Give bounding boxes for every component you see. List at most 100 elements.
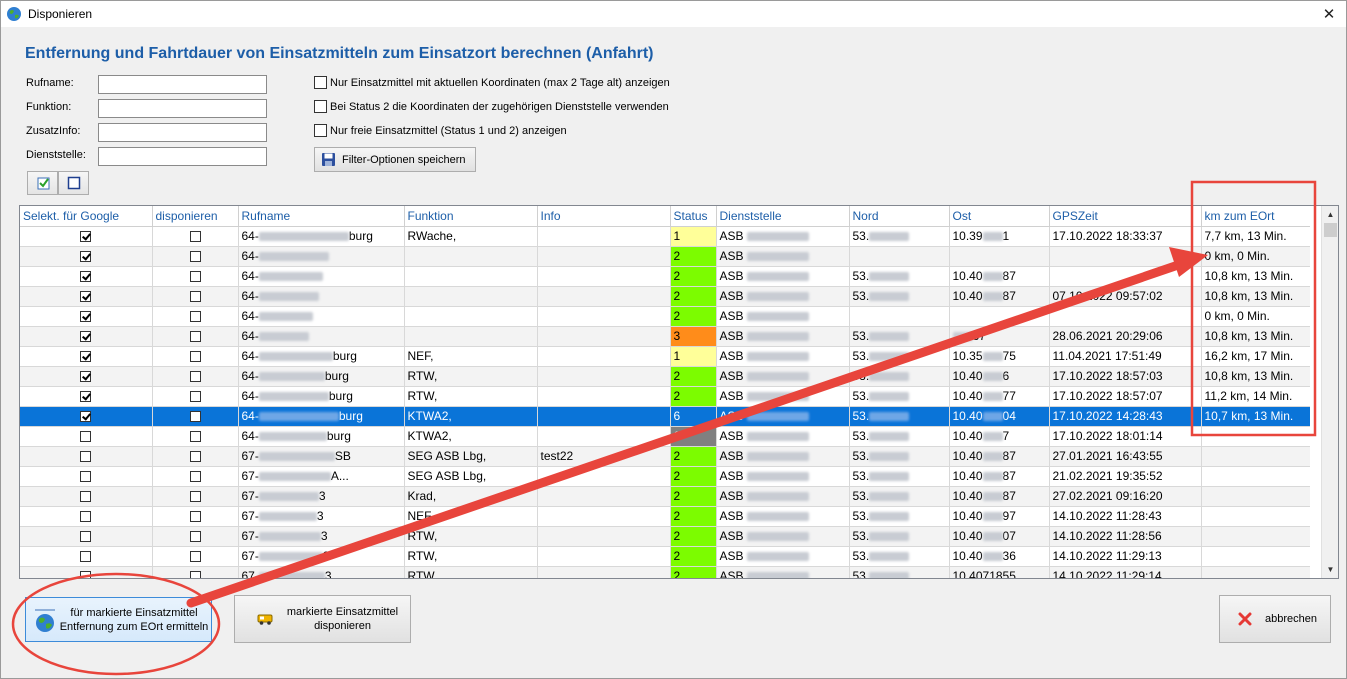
cell-disponieren[interactable] — [152, 466, 239, 487]
cell-disponieren[interactable] — [152, 226, 239, 247]
cell-selekt[interactable] — [20, 486, 153, 507]
select-google-checkbox[interactable] — [80, 391, 92, 403]
save-filter-options-button[interactable]: Filter-Optionen speichern — [314, 147, 476, 172]
col-disponieren[interactable]: disponieren — [152, 206, 239, 227]
dispatch-checkbox[interactable] — [189, 271, 201, 283]
col-selekt-google[interactable]: Selekt. für Google — [20, 206, 153, 227]
cell-disponieren[interactable] — [152, 406, 239, 427]
select-google-checkbox[interactable] — [80, 271, 92, 283]
cell-disponieren[interactable] — [152, 446, 239, 467]
cell-selekt[interactable] — [20, 546, 153, 567]
select-google-checkbox[interactable] — [80, 511, 92, 523]
cancel-button[interactable]: abbrechen — [1219, 595, 1331, 643]
dispatch-checkbox[interactable] — [189, 471, 201, 483]
cell-disponieren[interactable] — [152, 366, 239, 387]
cell-selekt[interactable] — [20, 566, 153, 578]
table-row[interactable]: 64- 2 ASB 53. 10.40 87 10,8 km, 13 Min. — [20, 266, 1310, 287]
select-all-button[interactable] — [27, 171, 58, 195]
cell-selekt[interactable] — [20, 226, 153, 247]
cell-disponieren[interactable] — [152, 346, 239, 367]
cell-selekt[interactable] — [20, 246, 153, 267]
col-nord[interactable]: Nord — [849, 206, 950, 227]
cell-disponieren[interactable] — [152, 486, 239, 507]
cell-selekt[interactable] — [20, 346, 153, 367]
cell-disponieren[interactable] — [152, 266, 239, 287]
cell-selekt[interactable] — [20, 326, 153, 347]
select-google-checkbox[interactable] — [80, 431, 92, 443]
dispatch-checkbox[interactable] — [189, 231, 201, 243]
table-row[interactable]: 64- burg RTW, 2 ASB 53. 10.40 6 17.10.2022 18:5… — [20, 366, 1310, 387]
dispatch-checkbox[interactable] — [189, 431, 201, 443]
option-current-coords[interactable]: Nur Einsatzmittel mit aktuellen Koordina… — [314, 76, 670, 89]
select-google-checkbox[interactable] — [80, 311, 92, 323]
cell-selekt[interactable] — [20, 266, 153, 287]
select-google-checkbox[interactable] — [80, 531, 92, 543]
cell-disponieren[interactable] — [152, 286, 239, 307]
cell-selekt[interactable] — [20, 506, 153, 527]
select-google-checkbox[interactable] — [80, 551, 92, 563]
dispatch-checkbox[interactable] — [189, 391, 201, 403]
col-funktion[interactable]: Funktion — [404, 206, 538, 227]
cell-disponieren[interactable] — [152, 426, 239, 447]
select-google-checkbox[interactable] — [80, 471, 92, 483]
cell-disponieren[interactable] — [152, 546, 239, 567]
dispatch-checkbox[interactable] — [189, 351, 201, 363]
col-status[interactable]: Status — [670, 206, 717, 227]
table-row[interactable]: 67- A... SEG ASB Lbg, 2 ASB 53. 10.40 87 21.02.… — [20, 466, 1310, 487]
col-dienststelle[interactable]: Dienststelle — [716, 206, 850, 227]
select-google-checkbox[interactable] — [80, 231, 92, 243]
dispatch-checkbox[interactable] — [189, 491, 201, 503]
cell-selekt[interactable] — [20, 386, 153, 407]
select-google-checkbox[interactable] — [80, 291, 92, 303]
col-gpszeit[interactable]: GPSZeit — [1049, 206, 1202, 227]
table-row[interactable]: 64- burg RTW, 2 ASB 53. 10.40 77 17.10.2022 18:… — [20, 386, 1310, 407]
dispatch-checkbox[interactable] — [189, 311, 201, 323]
dispatch-button[interactable]: markierte Einsatzmittel disponieren — [234, 595, 411, 643]
table-row[interactable]: 64- 2 ASB 0 km, 0 Min. — [20, 306, 1310, 327]
select-google-checkbox[interactable] — [80, 331, 92, 343]
cell-disponieren[interactable] — [152, 306, 239, 327]
table-row[interactable]: 64- 3 ASB 53. 87 28.06.2021 20:29:06 10,8 km,… — [20, 326, 1310, 347]
cell-disponieren[interactable] — [152, 326, 239, 347]
vertical-scrollbar[interactable]: ▲ ▼ — [1321, 206, 1338, 578]
cell-disponieren[interactable] — [152, 246, 239, 267]
cell-disponieren[interactable] — [152, 566, 239, 578]
table-row[interactable]: 64- 2 ASB 53. 10.40 87 07.10.2022 09:57:02 10,… — [20, 286, 1310, 307]
dispatch-checkbox[interactable] — [189, 291, 201, 303]
cell-selekt[interactable] — [20, 526, 153, 547]
scrollbar-thumb[interactable] — [1324, 223, 1337, 237]
dispatch-checkbox[interactable] — [189, 531, 201, 543]
col-info[interactable]: Info — [537, 206, 671, 227]
col-rufname[interactable]: Rufname — [238, 206, 405, 227]
option-status2-station-coords[interactable]: Bei Status 2 die Koordinaten der zugehör… — [314, 100, 669, 113]
cell-disponieren[interactable] — [152, 506, 239, 527]
dispatch-checkbox[interactable] — [189, 411, 201, 423]
calculate-distance-button[interactable]: für markierte Einsatzmittel Entfernung z… — [25, 597, 212, 642]
option-status2-checkbox[interactable] — [314, 100, 327, 113]
dispatch-checkbox[interactable] — [189, 571, 201, 578]
scroll-up-icon[interactable]: ▲ — [1322, 206, 1338, 223]
funktion-input[interactable] — [98, 99, 267, 118]
cell-selekt[interactable] — [20, 306, 153, 327]
table-row[interactable]: 64- burg KTWA2, 6 ASB 53. 10.40 04 17.10.2022 1… — [20, 406, 1310, 427]
select-google-checkbox[interactable] — [80, 451, 92, 463]
dispatch-checkbox[interactable] — [189, 511, 201, 523]
select-google-checkbox[interactable] — [80, 351, 92, 363]
table-row[interactable]: 67- 3 RTW 2 ASB 53. 10.4071855 14.10.2022 11:2… — [20, 566, 1310, 578]
dispatch-checkbox[interactable] — [189, 331, 201, 343]
cell-selekt[interactable] — [20, 286, 153, 307]
option-free-units[interactable]: Nur freie Einsatzmittel (Status 1 und 2)… — [314, 124, 567, 137]
scroll-down-icon[interactable]: ▼ — [1322, 561, 1338, 578]
close-button[interactable]: ✕ — [1312, 1, 1346, 27]
table-row[interactable]: 67- 3 RTW, 2 ASB 53. 10.40 07 14.10.2022 11:28:… — [20, 526, 1310, 547]
table-row[interactable]: 64- burg NEF, 1 ASB 53. 10.35 75 11.04.2021 17:… — [20, 346, 1310, 367]
cell-selekt[interactable] — [20, 426, 153, 447]
select-google-checkbox[interactable] — [80, 371, 92, 383]
table-row[interactable]: 64- burg KTWA2, 6 ASB 53. 10.40 7 17.10.2022 18… — [20, 426, 1310, 447]
option-current-coords-checkbox[interactable] — [314, 76, 327, 89]
dienststelle-input[interactable] — [98, 147, 267, 166]
zusatzinfo-input[interactable] — [98, 123, 267, 142]
table-row[interactable]: 64- 2 ASB 0 km, 0 Min. — [20, 246, 1310, 267]
dispatch-checkbox[interactable] — [189, 451, 201, 463]
table-row[interactable]: 67- 3 RTW, 2 ASB 53. 10.40 36 14.10.2022 11:29:… — [20, 546, 1310, 567]
